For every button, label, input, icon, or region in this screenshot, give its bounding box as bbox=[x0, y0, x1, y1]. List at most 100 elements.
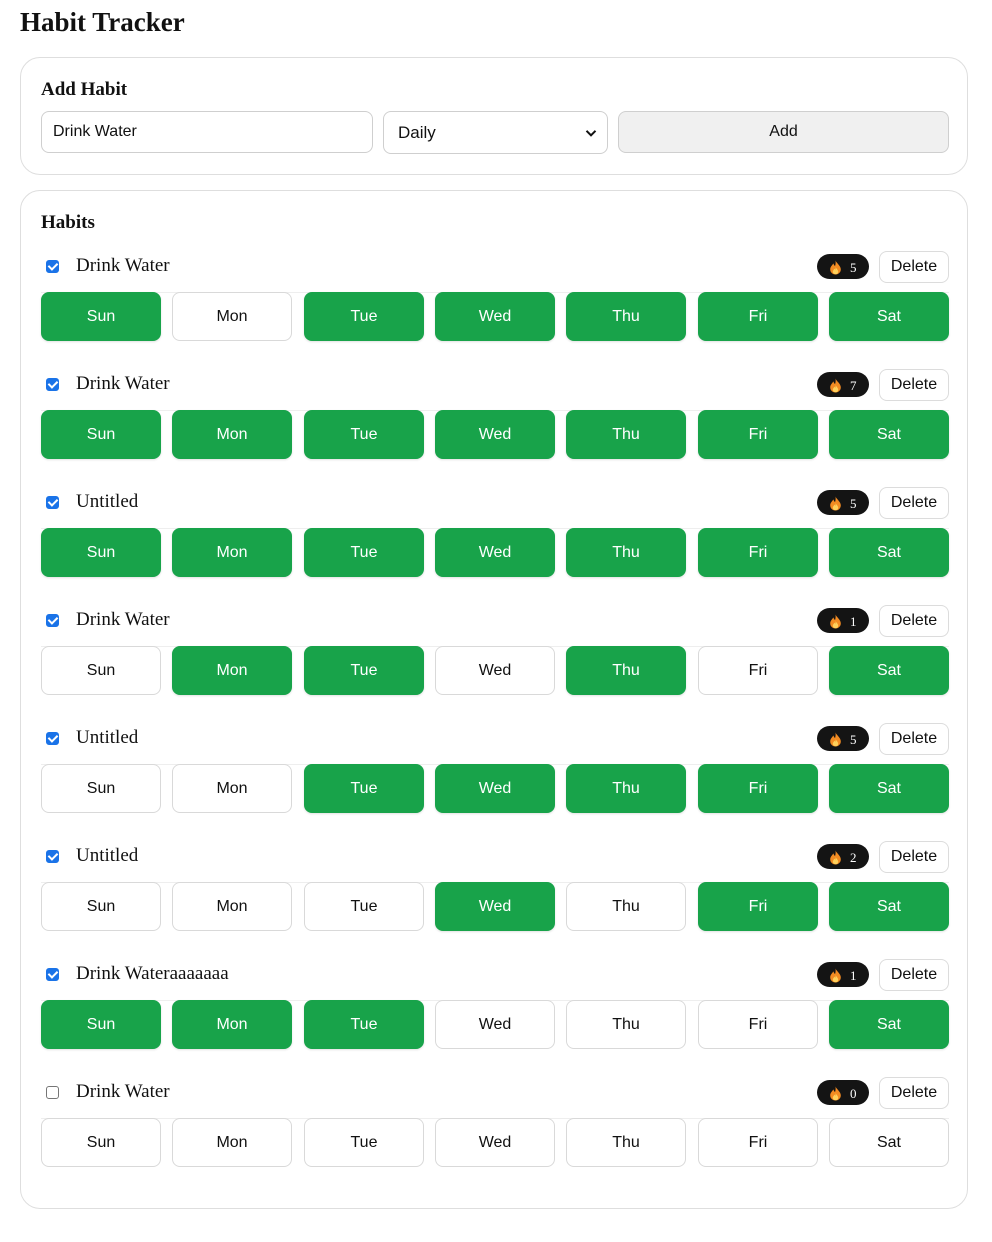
day-toggle-sat[interactable]: Sat bbox=[829, 410, 949, 459]
day-toggles: Sun Mon Tue Wed Thu Fri Sat bbox=[41, 410, 949, 460]
day-toggle-sat[interactable]: Sat bbox=[829, 292, 949, 341]
day-toggle-tue[interactable]: Tue bbox=[304, 410, 424, 459]
habit-checkbox[interactable] bbox=[46, 850, 59, 863]
delete-button[interactable]: Delete bbox=[879, 369, 949, 401]
flame-icon bbox=[830, 496, 841, 511]
day-toggle-wed[interactable]: Wed bbox=[435, 1000, 555, 1049]
day-toggle-sun[interactable]: Sun bbox=[41, 882, 161, 931]
day-toggle-fri[interactable]: Fri bbox=[698, 882, 818, 931]
habit-name: Untitled bbox=[76, 727, 139, 748]
day-toggles: Sun Mon Tue Wed Thu Fri Sat bbox=[41, 1000, 949, 1050]
day-toggle-thu[interactable]: Thu bbox=[566, 410, 686, 459]
day-toggle-fri[interactable]: Fri bbox=[698, 646, 818, 695]
day-toggle-mon[interactable]: Mon bbox=[172, 882, 292, 931]
delete-button[interactable]: Delete bbox=[879, 251, 949, 283]
day-toggle-mon[interactable]: Mon bbox=[172, 646, 292, 695]
day-toggle-thu[interactable]: Thu bbox=[566, 1000, 686, 1049]
habit-name: Drink Water bbox=[76, 373, 170, 394]
page-title: Habit Tracker bbox=[20, 7, 185, 37]
day-toggle-thu[interactable]: Thu bbox=[566, 292, 686, 341]
day-toggle-mon[interactable]: Mon bbox=[172, 1000, 292, 1049]
day-toggle-sat[interactable]: Sat bbox=[829, 1000, 949, 1049]
day-toggle-tue[interactable]: Tue bbox=[304, 528, 424, 577]
delete-button[interactable]: Delete bbox=[879, 605, 949, 637]
day-toggle-fri[interactable]: Fri bbox=[698, 292, 818, 341]
day-toggle-thu[interactable]: Thu bbox=[566, 528, 686, 577]
add-habit-button[interactable]: Add bbox=[618, 111, 949, 153]
delete-button[interactable]: Delete bbox=[879, 487, 949, 519]
day-toggle-sun[interactable]: Sun bbox=[41, 1118, 161, 1167]
day-toggle-sun[interactable]: Sun bbox=[41, 528, 161, 577]
day-toggle-tue[interactable]: Tue bbox=[304, 1000, 424, 1049]
day-toggle-thu[interactable]: Thu bbox=[566, 1118, 686, 1167]
day-toggle-thu[interactable]: Thu bbox=[566, 882, 686, 931]
day-toggle-wed[interactable]: Wed bbox=[435, 646, 555, 695]
habit-checkbox[interactable] bbox=[46, 1086, 59, 1099]
habit-name: Drink Water bbox=[76, 1081, 170, 1102]
streak-badge: 1 bbox=[817, 962, 869, 987]
day-toggle-sat[interactable]: Sat bbox=[829, 646, 949, 695]
delete-button[interactable]: Delete bbox=[879, 841, 949, 873]
day-toggle-wed[interactable]: Wed bbox=[435, 882, 555, 931]
flame-icon bbox=[830, 378, 841, 393]
day-toggles: Sun Mon Tue Wed Thu Fri Sat bbox=[41, 646, 949, 696]
day-toggle-mon[interactable]: Mon bbox=[172, 1118, 292, 1167]
delete-button[interactable]: Delete bbox=[879, 959, 949, 991]
day-toggle-wed[interactable]: Wed bbox=[435, 1118, 555, 1167]
day-toggle-tue[interactable]: Tue bbox=[304, 646, 424, 695]
day-toggle-fri[interactable]: Fri bbox=[698, 1000, 818, 1049]
habit-name: Drink Wateraaaaaaa bbox=[76, 963, 229, 984]
day-toggle-wed[interactable]: Wed bbox=[435, 410, 555, 459]
habit-checkbox[interactable] bbox=[46, 968, 59, 981]
streak-badge: 5 bbox=[817, 254, 869, 279]
habit-checkbox[interactable] bbox=[46, 732, 59, 745]
streak-badge: 5 bbox=[817, 490, 869, 515]
habit-checkbox[interactable] bbox=[46, 496, 59, 509]
add-habit-heading: Add Habit bbox=[41, 79, 128, 100]
delete-button[interactable]: Delete bbox=[879, 1077, 949, 1109]
day-toggle-mon[interactable]: Mon bbox=[172, 292, 292, 341]
day-toggle-wed[interactable]: Wed bbox=[435, 764, 555, 813]
streak-badge: 2 bbox=[817, 844, 869, 869]
streak-count: 2 bbox=[850, 850, 857, 865]
frequency-selected-value: Daily bbox=[398, 123, 436, 142]
day-toggle-sat[interactable]: Sat bbox=[829, 528, 949, 577]
streak-badge: 5 bbox=[817, 726, 869, 751]
day-toggle-mon[interactable]: Mon bbox=[172, 410, 292, 459]
day-toggle-sun[interactable]: Sun bbox=[41, 1000, 161, 1049]
day-toggle-sun[interactable]: Sun bbox=[41, 410, 161, 459]
day-toggle-sun[interactable]: Sun bbox=[41, 646, 161, 695]
streak-badge: 1 bbox=[817, 608, 869, 633]
day-toggle-thu[interactable]: Thu bbox=[566, 646, 686, 695]
day-toggle-mon[interactable]: Mon bbox=[172, 528, 292, 577]
day-toggle-thu[interactable]: Thu bbox=[566, 764, 686, 813]
habit-checkbox[interactable] bbox=[46, 260, 59, 273]
habit-checkbox[interactable] bbox=[46, 378, 59, 391]
day-toggle-wed[interactable]: Wed bbox=[435, 292, 555, 341]
day-toggles: Sun Mon Tue Wed Thu Fri Sat bbox=[41, 764, 949, 814]
day-toggle-mon[interactable]: Mon bbox=[172, 764, 292, 813]
habit-row: Untitled 5 Delete Sun Mon Tue Wed Thu Fri Sat bbox=[41, 485, 949, 581]
habit-name-input[interactable] bbox=[41, 111, 373, 153]
day-toggle-tue[interactable]: Tue bbox=[304, 764, 424, 813]
day-toggle-tue[interactable]: Tue bbox=[304, 292, 424, 341]
habit-name: Untitled bbox=[76, 845, 139, 866]
day-toggle-sat[interactable]: Sat bbox=[829, 764, 949, 813]
day-toggle-tue[interactable]: Tue bbox=[304, 882, 424, 931]
day-toggle-sat[interactable]: Sat bbox=[829, 882, 949, 931]
day-toggle-fri[interactable]: Fri bbox=[698, 528, 818, 577]
day-toggle-wed[interactable]: Wed bbox=[435, 528, 555, 577]
delete-button[interactable]: Delete bbox=[879, 723, 949, 755]
day-toggle-fri[interactable]: Fri bbox=[698, 410, 818, 459]
habit-checkbox[interactable] bbox=[46, 614, 59, 627]
day-toggle-fri[interactable]: Fri bbox=[698, 1118, 818, 1167]
day-toggle-sun[interactable]: Sun bbox=[41, 292, 161, 341]
day-toggle-sat[interactable]: Sat bbox=[829, 1118, 949, 1167]
day-toggle-tue[interactable]: Tue bbox=[304, 1118, 424, 1167]
habit-row: Drink Water 7 Delete Sun Mon Tue Wed Thu Fri Sat bbox=[41, 367, 949, 463]
day-toggle-sun[interactable]: Sun bbox=[41, 764, 161, 813]
add-habit-card: Add Habit Daily Add bbox=[20, 57, 968, 175]
streak-count: 5 bbox=[850, 732, 857, 747]
day-toggle-fri[interactable]: Fri bbox=[698, 764, 818, 813]
frequency-select[interactable]: Daily bbox=[383, 111, 608, 154]
